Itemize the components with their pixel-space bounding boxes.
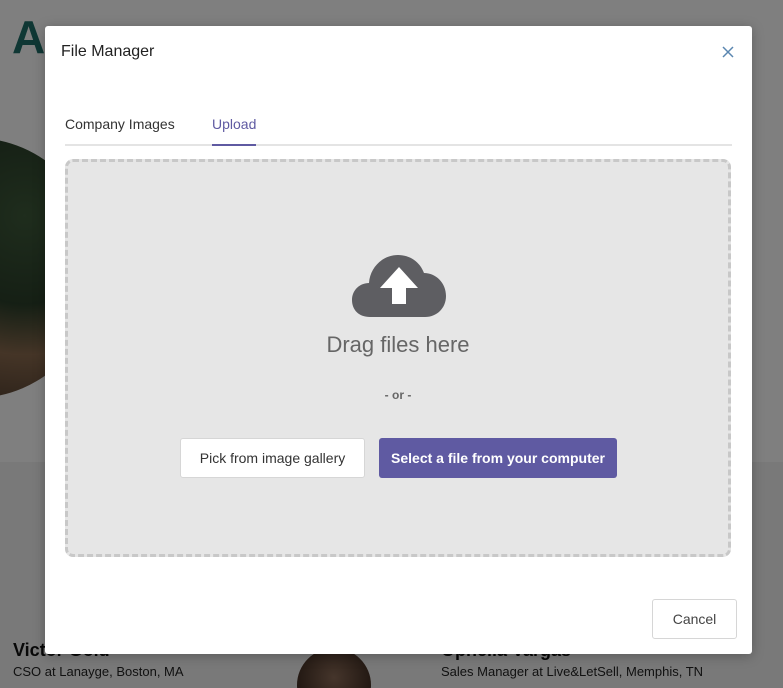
tab-bar: Company Images Upload xyxy=(65,114,732,146)
drag-files-text: Drag files here xyxy=(326,332,470,357)
upload-dropzone[interactable]: Drag files here - or - Pick from image g… xyxy=(65,159,731,557)
tab-company-images[interactable]: Company Images xyxy=(65,116,175,144)
pick-from-gallery-button[interactable]: Pick from image gallery xyxy=(180,438,365,478)
file-manager-modal: File Manager Company Images Upload Drag … xyxy=(45,26,752,654)
modal-title: File Manager xyxy=(61,43,155,60)
close-button[interactable] xyxy=(718,42,738,62)
cloud-upload-icon xyxy=(352,255,446,317)
tab-upload[interactable]: Upload xyxy=(212,116,257,146)
select-file-button[interactable]: Select a file from your computer xyxy=(379,438,617,478)
cancel-button[interactable]: Cancel xyxy=(652,599,737,639)
close-icon xyxy=(722,46,734,58)
or-separator: - or - xyxy=(384,388,412,402)
